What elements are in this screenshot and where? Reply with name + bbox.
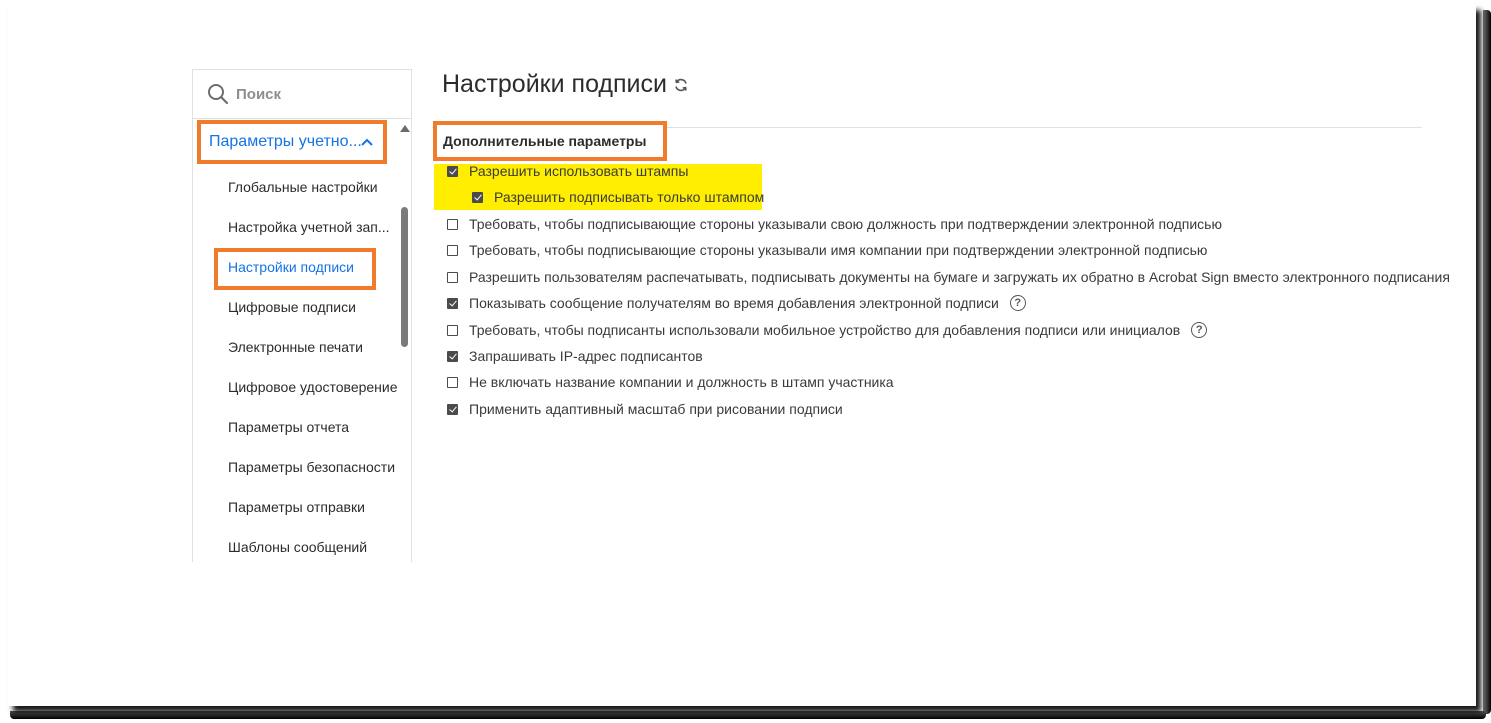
option-checkbox[interactable] [472,191,483,203]
option-checkbox[interactable] [447,218,458,230]
search-placeholder: Поиск [236,85,282,103]
option-row[interactable]: Разрешить пользователям распечатывать, п… [447,268,1450,286]
option-checkbox[interactable] [447,297,458,309]
sidebar-item-electronic-seals[interactable]: Электронные печати [193,327,398,367]
scroll-up-arrow-icon[interactable] [400,125,410,132]
option-row[interactable]: Разрешить подписывать только штампом [472,188,764,206]
option-row[interactable]: Требовать, чтобы подписывающие стороны у… [447,241,1207,259]
option-row[interactable]: Показывать сообщение получателям во врем… [447,294,1026,312]
sidebar-item-digital-identity[interactable]: Цифровое удостоверение [193,367,398,407]
search-icon [208,84,229,105]
chevron-up-icon[interactable] [361,137,373,147]
section-title: Дополнительные параметры [443,133,647,149]
sidebar-item-send-settings[interactable]: Параметры отправки [193,487,398,527]
sidebar-scrollbar[interactable] [399,125,410,562]
option-checkbox[interactable] [447,244,458,256]
option-row[interactable]: Не включать название компании и должност… [447,373,894,391]
sidebar-group-account-settings[interactable]: Параметры учетно... [197,120,387,164]
sidebar-group-label: Параметры учетно... [209,133,362,150]
option-label: Не включать название компании и должност… [469,374,894,390]
help-icon[interactable]: ? [1191,322,1208,338]
option-row[interactable]: Разрешить использовать штампы [447,162,688,180]
option-row[interactable]: Запрашивать IP-адрес подписантов [447,347,703,365]
callout-active-item [214,248,376,290]
option-checkbox[interactable] [447,271,458,283]
scrollbar-thumb[interactable] [401,207,408,347]
sidebar-item-message-templates[interactable]: Шаблоны сообщений [193,527,398,562]
option-label: Разрешить подписывать только штампом [494,189,765,205]
window: Поиск Параметры учетно... Глобальные нас… [8,4,1476,706]
sidebar-item-digital-signatures[interactable]: Цифровые подписи [193,287,398,327]
option-checkbox[interactable] [447,403,458,415]
option-label: Разрешить использовать штампы [469,163,689,179]
option-label: Требовать, чтобы подписанты использовали… [469,322,1181,338]
section-header: Дополнительные параметры [433,121,667,161]
sidebar: Поиск Параметры учетно... Глобальные нас… [192,69,412,562]
option-label: Требовать, чтобы подписывающие стороны у… [469,242,1208,258]
option-checkbox[interactable] [447,324,458,336]
sidebar-item-report-settings[interactable]: Параметры отчета [193,407,398,447]
option-checkbox[interactable] [447,350,458,362]
option-checkbox[interactable] [447,376,458,388]
option-row[interactable]: Требовать, чтобы подписывающие стороны у… [447,215,1222,233]
sidebar-nav: Глобальные настройки Настройка учетной з… [193,167,398,562]
option-label: Требовать, чтобы подписывающие стороны у… [469,216,1222,232]
sidebar-item-global-settings[interactable]: Глобальные настройки [193,167,398,207]
sidebar-item-security-settings[interactable]: Параметры безопасности [193,447,398,487]
page-title: Настройки подписи [442,70,667,98]
search-input[interactable]: Поиск [193,70,411,119]
option-label: Показывать сообщение получателям во врем… [469,295,999,311]
option-row[interactable]: Требовать, чтобы подписанты использовали… [447,321,1208,339]
option-label: Разрешить пользователям распечатывать, п… [469,269,1450,285]
option-label: Применить адаптивный масштаб при рисован… [469,401,843,417]
refresh-icon[interactable] [673,77,689,93]
option-row[interactable]: Применить адаптивный масштаб при рисован… [447,400,843,418]
option-checkbox[interactable] [447,165,458,177]
option-label: Запрашивать IP-адрес подписантов [469,348,703,364]
page-header: Настройки подписи [442,70,689,99]
sidebar-item-account-setup[interactable]: Настройка учетной зап... [193,207,398,247]
help-icon[interactable]: ? [1009,295,1026,311]
